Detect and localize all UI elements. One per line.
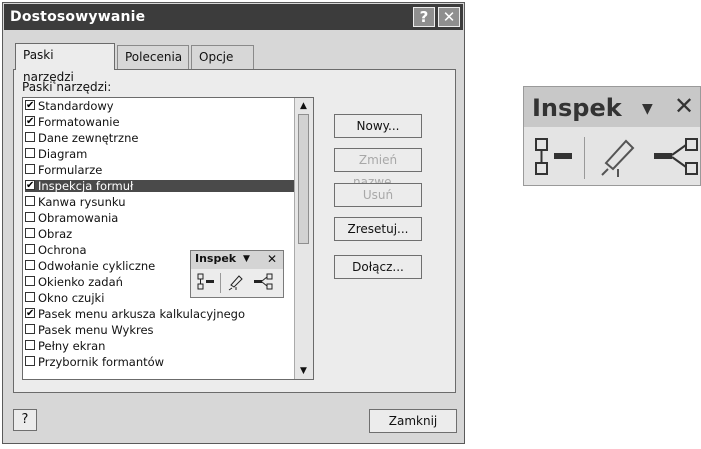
toolbar-list-label: Obraz	[38, 227, 73, 241]
toolbar-list-item[interactable]: Pasek menu Wykres	[25, 324, 296, 336]
trace-precedents-icon[interactable]	[197, 273, 215, 291]
checkbox[interactable]	[25, 148, 35, 158]
toolbar-list-label: Okno czujki	[38, 291, 105, 305]
tab-options[interactable]: Opcje	[191, 45, 254, 69]
help-button[interactable]: ?	[413, 7, 435, 27]
toolbar-list-label: Dane zewnętrzne	[38, 131, 139, 145]
toolbar-list-label: Formatowanie	[38, 115, 120, 129]
toolbar-list-item[interactable]: Obramowania	[25, 212, 296, 224]
tab-toolbars[interactable]: Paski narzędzi	[15, 43, 115, 84]
checkbox[interactable]	[25, 164, 35, 174]
toolbar-list-item[interactable]: Pełny ekran	[25, 340, 296, 352]
dropdown-arrow-icon[interactable]: ▼	[243, 254, 250, 264]
tab-panel: Paski narzędzi: ✔Standardowy✔Formatowani…	[13, 69, 456, 393]
toolbar-list-label: Diagram	[38, 147, 88, 161]
toolbar-list-label: Przybornik formantów	[38, 355, 165, 369]
trace-dependents-icon[interactable]	[253, 273, 275, 291]
checkbox[interactable]	[25, 324, 35, 334]
toolbar-list-label: Pasek menu arkusza kalkulacyjnego	[38, 307, 246, 321]
floating-toolbar-preview[interactable]: Inspek ▼ ✕	[190, 250, 284, 298]
toolbar-list-item[interactable]: ✔ Formatowanie	[25, 116, 296, 128]
checkbox[interactable]	[25, 340, 35, 350]
checkbox[interactable]: ✔	[25, 116, 35, 127]
toolbar-list-label: Kanwa rysunku	[38, 195, 126, 209]
checkbox[interactable]	[25, 196, 35, 206]
tab-commands[interactable]: Polecenia	[117, 45, 189, 69]
toolbar-list-label: Pełny ekran	[38, 339, 106, 353]
attach-button[interactable]: Dołącz...	[334, 255, 422, 279]
delete-button[interactable]: Usuń	[334, 183, 422, 207]
checkbox[interactable]	[25, 244, 35, 254]
checkbox[interactable]	[25, 212, 35, 222]
checkbox[interactable]	[25, 276, 35, 286]
toolbar-list-label: Pasek menu Wykres	[38, 323, 154, 337]
checkbox[interactable]	[25, 292, 35, 302]
checkbox[interactable]	[25, 132, 35, 142]
checkbox[interactable]: ✔	[25, 308, 35, 319]
scrollbar[interactable]: ▲ ▼	[294, 98, 313, 379]
dialog-title: Dostosowywanie	[10, 9, 146, 25]
large-evaluate-formula-icon[interactable]	[596, 135, 640, 179]
checkbox[interactable]: ✔	[25, 180, 35, 191]
scroll-down-icon[interactable]: ▼	[297, 364, 310, 378]
toolbar-list-item[interactable]: ✔ Standardowy	[25, 100, 296, 112]
toolbar-list-item[interactable]: Diagram	[25, 148, 296, 160]
toolbar-list-label: Odwołanie cykliczne	[38, 259, 156, 273]
toolbar-list-label: Obramowania	[38, 211, 119, 225]
floating-close-icon[interactable]: ✕	[267, 252, 277, 266]
evaluate-formula-icon[interactable]	[227, 273, 245, 291]
checkbox[interactable]	[25, 356, 35, 366]
floating-toolbar-title: Inspek	[195, 252, 237, 265]
close-button[interactable]: Zamknij	[369, 409, 457, 433]
checkbox[interactable]: ✔	[25, 100, 35, 111]
toolbar-list-label: Okienko zadań	[38, 275, 123, 289]
large-toolbar[interactable]: Inspek ▼ ✕	[523, 86, 701, 186]
reset-button[interactable]: Zresetuj...	[334, 217, 422, 241]
toolbar-list-label: Formularze	[38, 163, 103, 177]
toolbar-listbox[interactable]: ✔ Standardowy ✔ Formatowanie Dane zewnętrzne…	[22, 97, 314, 380]
large-trace-precedents-icon[interactable]	[534, 137, 574, 177]
new-button[interactable]: Nowy...	[334, 114, 422, 138]
separator	[220, 273, 221, 293]
floating-toolbar-titlebar[interactable]: Inspek ▼ ✕	[191, 251, 283, 269]
toolbar-list-item[interactable]: Przybornik formantów	[25, 356, 296, 368]
checkbox[interactable]	[25, 260, 35, 270]
large-close-icon[interactable]: ✕	[674, 92, 694, 120]
help-question-button[interactable]: ?	[13, 409, 37, 431]
large-separator	[584, 137, 585, 179]
toolbar-list-label: Standardowy	[38, 99, 114, 113]
large-trace-dependents-icon[interactable]	[652, 137, 701, 177]
toolbar-list-item[interactable]: Kanwa rysunku	[25, 196, 296, 208]
rename-button[interactable]: Zmień nazwę...	[334, 148, 422, 189]
toolbar-list-item[interactable]: Formularze	[25, 164, 296, 176]
toolbar-list-label: Inspekcja formuł	[38, 179, 134, 193]
large-dropdown-arrow-icon[interactable]: ▼	[642, 101, 653, 117]
toolbar-list-item[interactable]: Dane zewnętrzne	[25, 132, 296, 144]
scroll-up-icon[interactable]: ▲	[297, 99, 310, 113]
toolbar-list-item[interactable]: ✔ Pasek menu arkusza kalkulacyjnego	[25, 308, 296, 320]
title-bar: Dostosowywanie ? ✕	[4, 4, 463, 30]
toolbar-list-item[interactable]: ✔ Inspekcja formuł	[25, 180, 296, 192]
checkbox[interactable]	[25, 228, 35, 238]
large-toolbar-titlebar[interactable]: Inspek ▼ ✕	[524, 87, 700, 127]
toolbar-list-item[interactable]: Obraz	[25, 228, 296, 240]
large-toolbar-title: Inspek	[532, 94, 622, 122]
customize-dialog: Dostosowywanie ? ✕ Paski narzędzi Polece…	[2, 2, 465, 444]
toolbar-list-label: Ochrona	[38, 243, 87, 257]
close-icon[interactable]: ✕	[438, 7, 460, 27]
scroll-thumb[interactable]	[298, 114, 309, 244]
